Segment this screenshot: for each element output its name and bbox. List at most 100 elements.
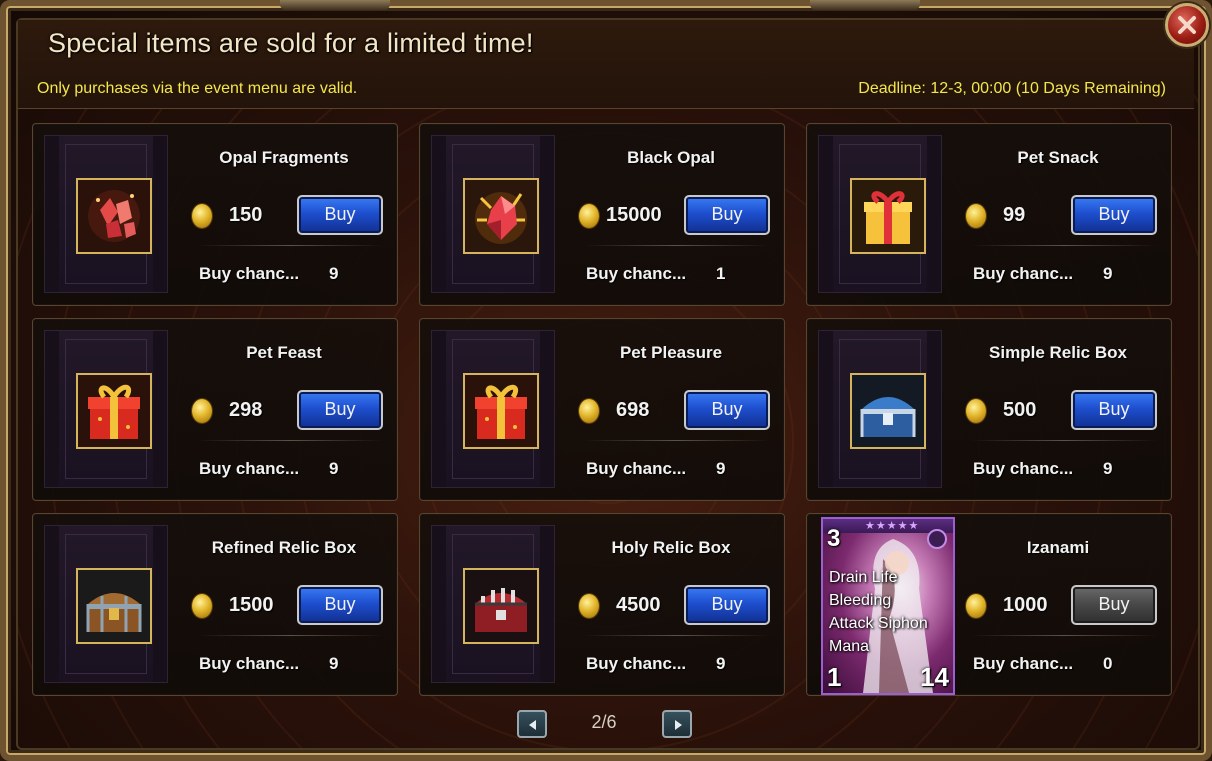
- item-name: Pet Pleasure: [619, 343, 723, 362]
- buy-button[interactable]: Buy: [1071, 195, 1157, 235]
- shop-item-card: Pet Pleasure 698 Buy Buy chanc... 9: [419, 318, 785, 501]
- item-name: Opal Fragments: [219, 148, 349, 167]
- hero-skill: Attack Siphon: [829, 615, 928, 632]
- gold-coin-icon: [966, 399, 986, 423]
- item-slot: [44, 135, 168, 293]
- shop-item-card: Opal Fragments 150 Buy Buy chanc... 9: [32, 123, 398, 306]
- divider: [584, 245, 770, 246]
- item-slot: [431, 525, 555, 683]
- blue-chest-icon: [850, 373, 926, 449]
- red-gift-box-icon: [76, 373, 152, 449]
- buy-chance-label: Buy chanc...: [973, 654, 1074, 673]
- buy-chance-label: Buy chanc...: [586, 459, 687, 478]
- next-page-button[interactable]: [662, 710, 692, 738]
- buy-chance-label: Buy chanc...: [973, 459, 1074, 478]
- shop-item-card: Pet Snack 99 Buy Buy chanc... 9: [806, 123, 1172, 306]
- buy-chance-value: 9: [1103, 264, 1113, 283]
- item-price: 15000: [606, 204, 662, 226]
- buy-chance-value: 9: [716, 654, 726, 673]
- item-name: Black Opal: [627, 148, 715, 167]
- hero-skill: Drain Life: [829, 569, 898, 586]
- divider: [971, 245, 1157, 246]
- buy-button[interactable]: Buy: [297, 195, 383, 235]
- buy-chance-value: 9: [329, 264, 339, 283]
- gold-coin-icon: [966, 594, 986, 618]
- shop-item-card: ★★★★★ 3 Drain Life Bleeding Attack Sipho…: [806, 513, 1172, 696]
- buy-button[interactable]: Buy: [684, 390, 770, 430]
- item-price: 1500: [229, 594, 274, 616]
- buy-chance-label: Buy chanc...: [199, 459, 300, 478]
- shop-item-card: Refined Relic Box 1500 Buy Buy chanc... …: [32, 513, 398, 696]
- buy-chance-label: Buy chanc...: [199, 654, 300, 673]
- purchase-notice: Only purchases via the event menu are va…: [37, 80, 358, 97]
- item-slot: [818, 330, 942, 488]
- shop-item-card: Pet Feast 298 Buy Buy chanc... 9: [32, 318, 398, 501]
- divider: [197, 440, 383, 441]
- top-ornament-left: [280, 0, 390, 10]
- item-name: Refined Relic Box: [211, 538, 357, 557]
- item-price: 698: [616, 399, 650, 421]
- hero-cost: 3: [827, 525, 841, 552]
- gold-coin-icon: [579, 399, 599, 423]
- item-name: Simple Relic Box: [989, 343, 1127, 362]
- buy-chance-value: 9: [1103, 459, 1113, 478]
- divider: [197, 245, 383, 246]
- buy-button[interactable]: Buy: [684, 195, 770, 235]
- item-price: 298: [229, 399, 263, 421]
- divider: [971, 635, 1157, 636]
- close-icon: [1178, 16, 1196, 34]
- hero-rarity-icon: [927, 529, 947, 549]
- buy-chance-value: 1: [716, 264, 726, 283]
- opal-fragments-icon: [76, 178, 152, 254]
- hero-skill: Bleeding: [829, 592, 892, 609]
- item-slot: [431, 330, 555, 488]
- gold-coin-icon: [192, 204, 212, 228]
- item-name: Holy Relic Box: [611, 538, 731, 557]
- gold-coin-icon: [579, 204, 599, 228]
- red-chest-icon: [463, 568, 539, 644]
- item-slot: [818, 135, 942, 293]
- buy-chance-label: Buy chanc...: [973, 264, 1074, 283]
- hero-health: 14: [920, 662, 949, 692]
- hero-attack: 1: [827, 662, 842, 692]
- prev-page-button[interactable]: [517, 710, 547, 738]
- shop-item-card: Black Opal 15000 Buy Buy chanc... 1: [419, 123, 785, 306]
- buy-chance-label: Buy chanc...: [199, 264, 300, 283]
- gold-coin-icon: [192, 594, 212, 618]
- black-opal-icon: [463, 178, 539, 254]
- top-ornament-right: [810, 0, 920, 10]
- item-price: 1000: [1003, 594, 1048, 616]
- dialog-title: Special items are sold for a limited tim…: [48, 28, 534, 58]
- chevron-right-icon: [675, 720, 682, 730]
- item-price: 500: [1003, 399, 1037, 421]
- item-price: 4500: [616, 594, 661, 616]
- divider: [197, 635, 383, 636]
- hero-card-icon: ★★★★★ 3 Drain Life Bleeding Attack Sipho…: [821, 517, 955, 695]
- buy-button[interactable]: Buy: [297, 585, 383, 625]
- buy-button[interactable]: Buy: [297, 390, 383, 430]
- hero-stars: ★★★★★: [865, 519, 920, 532]
- item-slot: [44, 330, 168, 488]
- item-slot: [44, 525, 168, 683]
- buy-button-disabled[interactable]: Buy: [1071, 585, 1157, 625]
- page-indicator: 2/6: [591, 712, 617, 732]
- shop-item-card: Simple Relic Box 500 Buy Buy chanc... 9: [806, 318, 1172, 501]
- divider: [584, 440, 770, 441]
- shop-item-card: Holy Relic Box 4500 Buy Buy chanc... 9: [419, 513, 785, 696]
- divider: [971, 440, 1157, 441]
- chevron-left-icon: [529, 720, 536, 730]
- item-slot: [431, 135, 555, 293]
- gold-coin-icon: [966, 204, 986, 228]
- buy-chance-value: 9: [329, 654, 339, 673]
- buy-button[interactable]: Buy: [684, 585, 770, 625]
- item-name: Pet Feast: [246, 343, 322, 362]
- deadline-text: Deadline: 12-3, 00:00 (10 Days Remaining…: [858, 80, 1166, 97]
- item-name: Izanami: [1026, 538, 1090, 557]
- red-gift-box-icon: [463, 373, 539, 449]
- buy-chance-label: Buy chanc...: [586, 264, 687, 283]
- gift-box-icon: [850, 178, 926, 254]
- divider: [584, 635, 770, 636]
- gold-coin-icon: [192, 399, 212, 423]
- close-button[interactable]: [1165, 3, 1209, 47]
- buy-button[interactable]: Buy: [1071, 390, 1157, 430]
